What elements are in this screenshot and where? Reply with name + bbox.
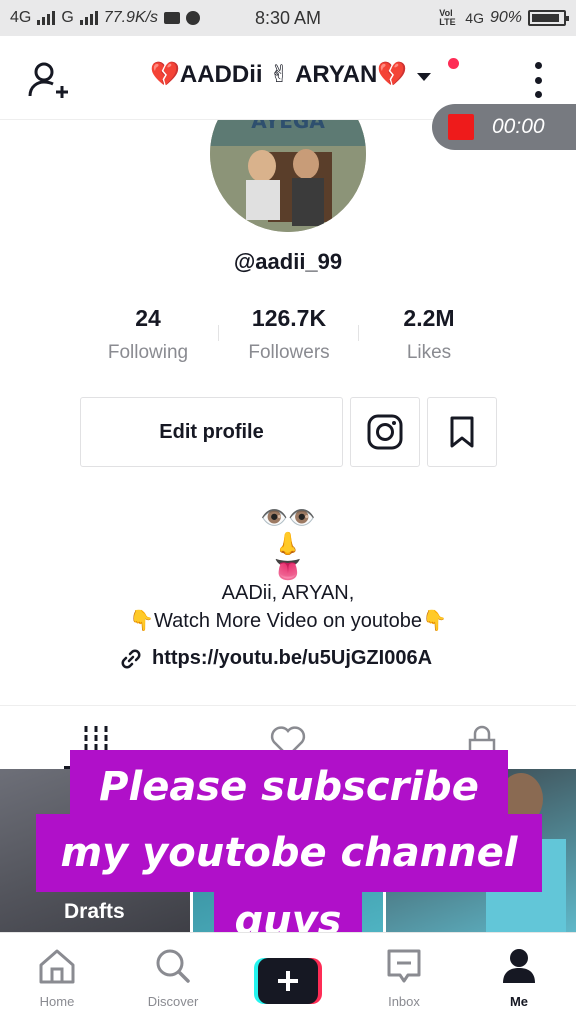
- stat-label: Likes: [406, 342, 452, 363]
- bottom-nav: Home Discover Inbox Me: [0, 932, 576, 1024]
- instagram-icon: [367, 414, 403, 450]
- stat-likes[interactable]: 2.2M Likes: [359, 305, 499, 364]
- bio-emoji-eyes: 👁️👁️: [260, 505, 316, 530]
- notification-dot: [448, 58, 459, 69]
- overlay-banner: Please subscribe: [70, 750, 508, 824]
- app-icon: [186, 11, 201, 25]
- signal-icon: [79, 11, 98, 25]
- bio-link[interactable]: https://youtu.be/u5UjGZI006A: [120, 647, 432, 670]
- recorder-time: 00:00: [492, 115, 545, 138]
- drafts-label: Drafts: [64, 900, 125, 923]
- battery-percent: 90%: [489, 9, 522, 26]
- stat-following[interactable]: 24 Following: [78, 305, 218, 364]
- link-icon: [121, 649, 141, 668]
- overlay-banner: my youtobe channel: [36, 814, 542, 892]
- nav-label: Discover: [147, 994, 199, 1009]
- nav-home[interactable]: Home: [17, 947, 97, 1009]
- instagram-button[interactable]: [350, 397, 420, 467]
- nav-label: Home: [39, 994, 75, 1009]
- network-speed: 77.9K/s: [103, 9, 159, 26]
- bio-line: AADii, ARYAN,: [221, 582, 355, 604]
- inbox-icon: [387, 949, 421, 983]
- battery-fill: [532, 14, 559, 22]
- status-bar: 4G G 77.9K/s 8:30 AM Vol LTE 4G 90%: [0, 0, 576, 36]
- account-title: 💔AADDii ✌ ARYAN💔: [150, 61, 408, 88]
- bio-link-text: https://youtu.be/u5UjGZI006A: [152, 647, 433, 669]
- stat-value: 2.2M: [403, 305, 455, 331]
- nav-me[interactable]: Me: [479, 947, 559, 1009]
- signal-icon: [37, 11, 56, 25]
- volte-label: Vol LTE: [439, 8, 456, 27]
- bio-emoji-tongue: 👅: [274, 557, 302, 582]
- nav-discover[interactable]: Discover: [133, 947, 213, 1009]
- network-label-right: 4G: [465, 10, 484, 26]
- bookmark-icon: [450, 416, 474, 448]
- add-user-icon[interactable]: [26, 58, 70, 102]
- stat-label: Followers: [248, 342, 330, 363]
- search-icon: [156, 949, 190, 983]
- nav-label: Me: [509, 994, 529, 1009]
- more-options-icon[interactable]: [530, 62, 546, 98]
- video-camera-icon: [164, 12, 181, 24]
- bio-emoji-nose: 👃: [274, 531, 302, 556]
- home-icon: [39, 949, 75, 984]
- stat-label: Following: [107, 342, 189, 363]
- bio-line: 👇Watch More Video on youtobe👇: [129, 610, 447, 632]
- username: @aadii_99: [233, 249, 343, 274]
- create-video-button[interactable]: [254, 958, 322, 1004]
- nav-label: Inbox: [388, 994, 420, 1009]
- chevron-down-icon: [417, 72, 432, 81]
- nav-inbox[interactable]: Inbox: [364, 947, 444, 1009]
- favorites-button[interactable]: [427, 397, 497, 467]
- stat-followers[interactable]: 126.7K Followers: [219, 305, 359, 364]
- stat-value: 126.7K: [251, 305, 327, 331]
- bio-emoji-face: 👁️👁️ 👃 👅: [0, 505, 576, 583]
- person-icon: [503, 949, 535, 983]
- network-label-mid: G: [61, 9, 74, 26]
- record-stop-icon[interactable]: [448, 114, 474, 140]
- network-label-left: 4G: [10, 9, 32, 26]
- profile-stats: 24 Following 126.7K Followers 2.2M Likes: [0, 305, 576, 371]
- screen-recorder-widget[interactable]: 00:00: [432, 104, 576, 150]
- account-switcher[interactable]: 💔AADDii ✌ ARYAN💔: [150, 60, 432, 89]
- stat-value: 24: [135, 305, 161, 331]
- edit-profile-button[interactable]: Edit profile: [80, 397, 343, 467]
- battery-icon: [528, 10, 569, 26]
